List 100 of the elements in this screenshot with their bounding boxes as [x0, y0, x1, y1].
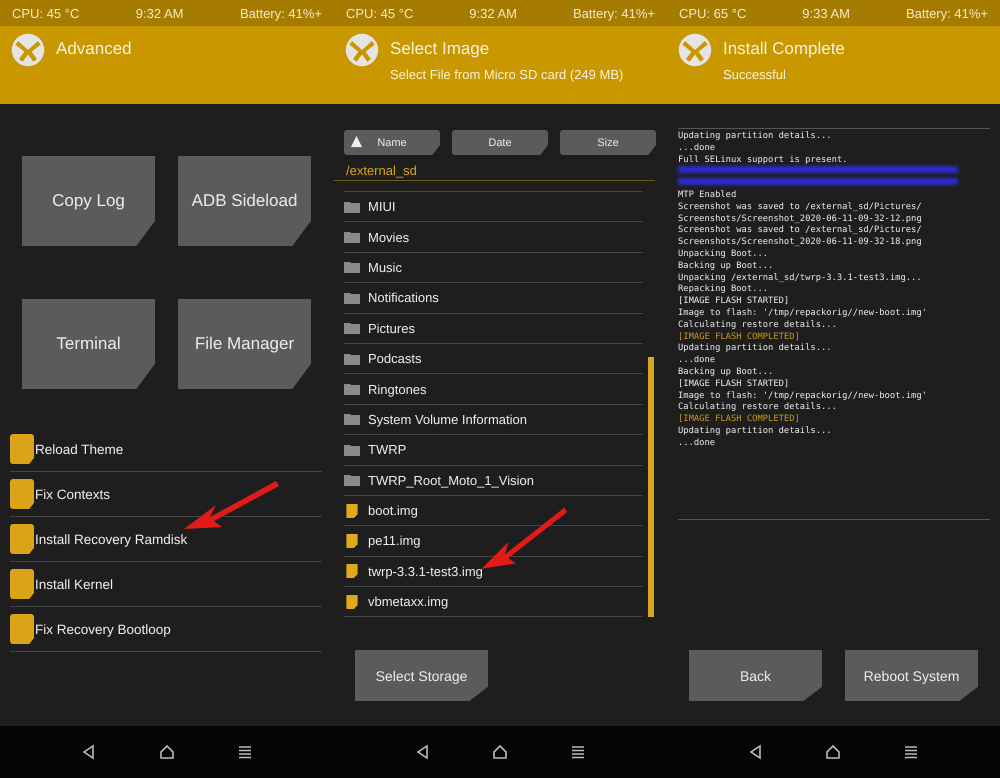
file-list-item[interactable]: twrp-3.3.1-test3.img: [368, 564, 483, 579]
file-icon: [344, 594, 360, 609]
clock: 9:33 AM: [802, 6, 850, 20]
log-line: Updating partition details...: [678, 426, 833, 438]
back-icon[interactable]: [414, 744, 431, 760]
log-line: Screenshot was saved to /external_sd/Pictures/: [678, 225, 923, 237]
file-list-item[interactable]: TWRP: [368, 442, 406, 458]
screen-title: Advanced: [56, 39, 132, 59]
file-list-item[interactable]: pe11.img: [368, 533, 421, 548]
log-line: Backing up Boot...: [678, 366, 774, 379]
log-line: ...done: [678, 355, 716, 367]
tab-icon: [10, 434, 34, 464]
menu-icon[interactable]: [903, 744, 920, 760]
log-line: Unpacking /external_sd/twrp-3.3.1-test3.img...: [678, 272, 923, 284]
file-list-item[interactable]: boot.img: [368, 503, 418, 518]
back-icon[interactable]: [748, 744, 764, 760]
log-line: [IMAGE FLASH STARTED]: [678, 378, 790, 391]
action-button[interactable]: File Manager: [178, 299, 311, 389]
tab-icon: [10, 479, 34, 509]
scrollbar[interactable]: [648, 357, 654, 617]
log-line: Updating partition details...: [678, 131, 833, 143]
log-line: [IMAGE FLASH COMPLETED]: [678, 414, 801, 426]
cpu-temperature: CPU: 65 °C: [679, 6, 746, 20]
folder-icon: [344, 230, 360, 244]
folder-icon: [344, 473, 360, 488]
sort-button[interactable]: Size: [560, 130, 656, 155]
menu-item[interactable]: Install Kernel: [35, 576, 114, 592]
action-button[interactable]: ADB Sideload: [178, 156, 311, 246]
tab-icon: [10, 524, 34, 554]
sort-button[interactable]: Date: [452, 130, 548, 155]
folder-icon: [344, 442, 360, 457]
menu-item[interactable]: Fix Recovery Bootloop: [35, 622, 171, 636]
sort-button[interactable]: Name: [344, 130, 440, 155]
screen-title: Install Complete: [723, 39, 845, 59]
folder-icon: [344, 260, 360, 274]
log-line: Screenshots/Screenshot_2020-06-11-09-32-12.png: [678, 214, 923, 225]
log-line: ...done: [678, 142, 716, 155]
log-line: Repacking Boot...: [678, 284, 770, 296]
log-line: ...done: [678, 438, 716, 450]
menu-icon[interactable]: [237, 744, 253, 760]
log-line: Unpacking Boot...: [678, 248, 770, 261]
file-list-item[interactable]: Podcasts: [368, 351, 422, 366]
action-button[interactable]: Back: [689, 650, 822, 701]
file-list-item[interactable]: Music: [368, 260, 402, 275]
logo-icon: [344, 32, 380, 68]
home-icon[interactable]: [825, 744, 842, 760]
action-button[interactable]: Terminal: [22, 299, 155, 389]
file-list-item[interactable]: Movies: [368, 230, 410, 245]
menu-icon[interactable]: [570, 744, 586, 760]
cpu-temperature: CPU: 45 °C: [346, 6, 414, 20]
tab-icon: [10, 614, 34, 644]
clock: 9:32 AM: [469, 6, 517, 20]
file-list-item[interactable]: Ringtones: [368, 382, 427, 397]
file-list-item[interactable]: Pictures: [368, 320, 415, 336]
cpu-temperature: CPU: 45 °C: [12, 6, 80, 20]
menu-item[interactable]: Install Recovery Ramdisk: [35, 532, 188, 546]
folder-icon: [344, 290, 360, 305]
log-line: Calculating restore details...: [678, 402, 838, 414]
action-button[interactable]: Copy Log: [22, 156, 155, 246]
file-icon: [344, 564, 360, 578]
log-line: Backing up Boot...: [678, 260, 774, 273]
action-button[interactable]: Reboot System: [845, 650, 978, 701]
log-line: Screenshots/Screenshot_2020-06-11-09-32-18.png: [678, 237, 923, 249]
file-list-item[interactable]: vbmetaxx.img: [368, 594, 448, 610]
select-storage-button[interactable]: Select Storage: [355, 650, 488, 701]
screen-subtitle: Select File from Micro SD card (249 MB): [390, 67, 624, 82]
battery-level: Battery: 41%+: [906, 6, 988, 20]
logo-icon: [10, 32, 46, 68]
home-icon[interactable]: [492, 744, 508, 760]
file-icon: [344, 504, 360, 518]
folder-icon: [344, 200, 360, 214]
logo-icon: [677, 32, 713, 68]
file-list-item[interactable]: MIUI: [368, 199, 396, 214]
folder-icon: [344, 352, 360, 366]
tab-icon: [10, 569, 34, 599]
log-line: Calculating restore details...: [678, 320, 838, 332]
file-list-item[interactable]: Notifications: [368, 290, 439, 306]
folder-icon: [344, 382, 360, 396]
log-line: [IMAGE FLASH STARTED]: [678, 296, 790, 308]
folder-icon: [344, 321, 360, 336]
file-list-item[interactable]: TWRP_Root_Moto_1_Vision: [368, 472, 534, 488]
log-line: Full SELinux support is present.: [678, 154, 848, 166]
home-icon[interactable]: [159, 744, 175, 760]
screen-title: Select Image: [390, 39, 490, 59]
file-icon: [344, 534, 360, 548]
log-line: MTP Enabled: [678, 190, 738, 202]
menu-item[interactable]: Reload Theme: [35, 442, 124, 456]
file-list-item[interactable]: System Volume Information: [368, 412, 527, 427]
clock: 9:32 AM: [136, 6, 184, 20]
back-icon[interactable]: [81, 744, 97, 760]
menu-item[interactable]: Fix Contexts: [35, 486, 110, 502]
folder-path: /external_sd: [334, 155, 655, 181]
battery-level: Battery: 41%+: [572, 6, 655, 20]
screen-subtitle: Successful: [723, 67, 787, 82]
log-line: Image to flash: '/tmp/repackorig//new-boot.img': [678, 390, 928, 402]
sort-ascending-icon: [350, 135, 363, 148]
log-line: Screenshot was saved to /external_sd/Pictures/: [678, 202, 923, 214]
log-line: Image to flash: '/tmp/repackorig//new-boot.img': [678, 308, 928, 320]
log-line: [IMAGE FLASH COMPLETED]: [678, 332, 801, 343]
log-line: Updating partition details...: [678, 343, 833, 355]
